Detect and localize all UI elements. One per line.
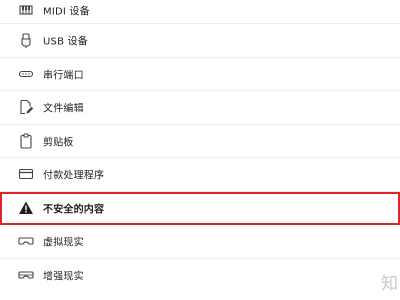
settings-item-file-edit[interactable]: 文件编辑 xyxy=(0,91,400,125)
usb-icon xyxy=(18,32,34,49)
settings-item-label: 文件编辑 xyxy=(43,103,84,115)
site-permissions-list: MIDI 设备 USB 设备 串行端口 文件编辑 剪贴板 付款处理程序 不安全的… xyxy=(0,0,400,292)
settings-item-label: 虚拟现实 xyxy=(43,237,84,249)
settings-item-insecure-content[interactable]: 不安全的内容 xyxy=(0,191,400,225)
card-icon xyxy=(18,166,34,182)
settings-item-payment-handler[interactable]: 付款处理程序 xyxy=(0,158,400,192)
settings-item-label: 增强现实 xyxy=(43,271,84,283)
watermark: 知 xyxy=(381,274,398,294)
settings-page: MIDI 设备 USB 设备 串行端口 文件编辑 剪贴板 付款处理程序 不安全的… xyxy=(0,0,400,300)
settings-item-label: 不安全的内容 xyxy=(43,204,105,216)
settings-item-label: 付款处理程序 xyxy=(43,170,105,182)
file-edit-icon xyxy=(18,99,34,115)
warning-icon xyxy=(18,200,34,216)
serial-port-icon xyxy=(18,66,34,82)
ar-headset-icon xyxy=(18,267,34,283)
settings-item-label: USB 设备 xyxy=(43,36,88,48)
settings-item-label: MIDI 设备 xyxy=(43,6,90,17)
settings-item-midi[interactable]: MIDI 设备 xyxy=(0,0,400,24)
clipboard-icon xyxy=(18,133,34,149)
vr-headset-icon xyxy=(18,233,34,249)
settings-item-virtual-reality[interactable]: 虚拟现实 xyxy=(0,225,400,259)
settings-item-usb[interactable]: USB 设备 xyxy=(0,24,400,58)
settings-item-label: 串行端口 xyxy=(43,70,84,82)
settings-item-augmented-reality[interactable]: 增强现实 xyxy=(0,259,400,293)
settings-item-label: 剪贴板 xyxy=(43,137,74,149)
settings-item-clipboard[interactable]: 剪贴板 xyxy=(0,125,400,158)
settings-item-serial-port[interactable]: 串行端口 xyxy=(0,58,400,91)
piano-icon xyxy=(18,2,34,18)
